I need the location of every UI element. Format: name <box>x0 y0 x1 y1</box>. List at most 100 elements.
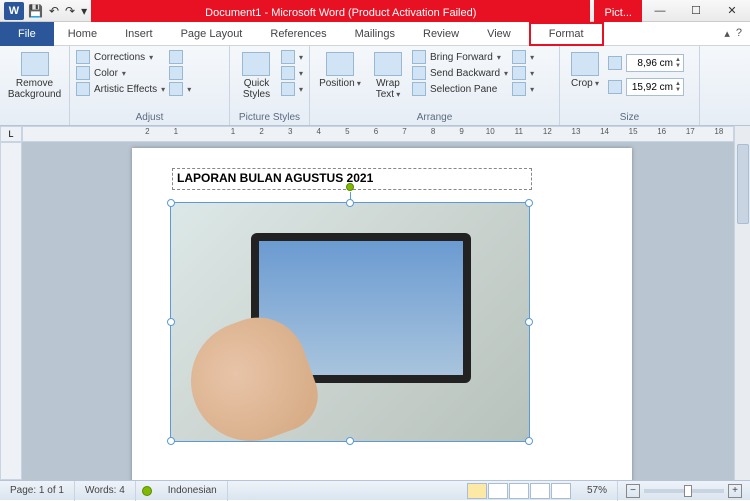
zoom-knob[interactable] <box>684 485 692 497</box>
status-language[interactable]: Indonesian <box>158 481 228 501</box>
group-label-picstyles: Picture Styles <box>236 111 303 125</box>
align-button[interactable]: ▾ <box>512 50 534 64</box>
resize-handle-n[interactable] <box>346 199 354 207</box>
help-icon[interactable]: ? <box>736 27 742 40</box>
view-print-layout[interactable] <box>467 483 487 499</box>
sel-pane-icon <box>412 82 426 96</box>
pic-layout-button[interactable]: ▾ <box>281 82 303 96</box>
position-button[interactable]: Position ▾ <box>316 48 364 89</box>
resize-handle-s[interactable] <box>346 437 354 445</box>
color-button[interactable]: Color▾ <box>76 66 165 80</box>
layout-icon <box>281 82 295 96</box>
selection-pane-button[interactable]: Selection Pane <box>412 82 508 96</box>
bring-fwd-icon <box>412 50 426 64</box>
change-pic-button[interactable] <box>169 66 191 80</box>
crop-button[interactable]: Crop ▾ <box>566 48 604 89</box>
tab-file[interactable]: File <box>0 22 54 46</box>
window-title: Document1 - Microsoft Word (Product Acti… <box>91 0 590 22</box>
proofing-icon[interactable] <box>142 486 152 496</box>
remove-background-button[interactable]: Remove Background <box>6 48 63 100</box>
group-label-adjust: Adjust <box>76 111 223 125</box>
bring-forward-button[interactable]: Bring Forward▾ <box>412 50 508 64</box>
zoom-in-button[interactable]: + <box>728 484 742 498</box>
height-icon <box>608 56 622 70</box>
qat-dropdown-icon[interactable]: ▾ <box>81 4 87 18</box>
zoom-percent[interactable]: 57% <box>577 481 618 501</box>
resize-handle-nw[interactable] <box>167 199 175 207</box>
page[interactable]: LAPORAN BULAN AGUSTUS 2021 <box>132 148 632 480</box>
rotate-handle[interactable] <box>346 183 354 191</box>
quick-styles-icon <box>242 52 270 76</box>
wrap-text-button[interactable]: Wrap Text ▾ <box>368 48 408 100</box>
selected-image[interactable] <box>170 202 530 442</box>
contextual-tab-picture[interactable]: Pict... <box>594 0 642 22</box>
vertical-scrollbar[interactable] <box>734 126 750 480</box>
group-background: Remove Background <box>0 46 70 125</box>
compress-button[interactable] <box>169 50 191 64</box>
tab-references[interactable]: References <box>256 22 340 46</box>
horizontal-ruler[interactable]: 21123456789101112131415161718 <box>22 126 734 142</box>
crop-icon <box>571 52 599 76</box>
view-outline[interactable] <box>530 483 550 499</box>
save-icon[interactable]: 💾 <box>28 4 43 18</box>
artistic-effects-button[interactable]: Artistic Effects▾ <box>76 82 165 96</box>
tab-mailings[interactable]: Mailings <box>341 22 409 46</box>
corrections-button[interactable]: Corrections▾ <box>76 50 165 64</box>
zoom-track[interactable] <box>644 489 724 493</box>
status-page[interactable]: Page: 1 of 1 <box>0 481 75 501</box>
ruler-corner[interactable]: L <box>0 126 22 142</box>
tab-review[interactable]: Review <box>409 22 473 46</box>
group-objects-button[interactable]: ▾ <box>512 66 534 80</box>
view-web-layout[interactable] <box>509 483 529 499</box>
title-bar: W 💾 ↶ ↷ ▾ Document1 - Microsoft Word (Pr… <box>0 0 750 22</box>
group-label-size: Size <box>566 111 693 125</box>
word-app-icon[interactable]: W <box>4 2 24 20</box>
width-spinner[interactable]: ▲▼ <box>626 78 684 96</box>
rotate-icon <box>512 82 526 96</box>
group-label-arrange: Arrange <box>316 111 553 125</box>
quick-styles-button[interactable]: Quick Styles <box>236 48 277 100</box>
resize-handle-se[interactable] <box>525 437 533 445</box>
zoom-out-button[interactable]: − <box>626 484 640 498</box>
resize-handle-sw[interactable] <box>167 437 175 445</box>
send-backward-button[interactable]: Send Backward▾ <box>412 66 508 80</box>
close-button[interactable]: ✕ <box>714 0 750 22</box>
resize-handle-e[interactable] <box>525 318 533 326</box>
group-icon <box>512 66 526 80</box>
tab-insert[interactable]: Insert <box>111 22 167 46</box>
height-input[interactable] <box>629 58 673 69</box>
status-words[interactable]: Words: 4 <box>75 481 136 501</box>
reset-pic-icon <box>169 82 183 96</box>
minimize-button[interactable]: — <box>642 0 678 22</box>
textbox-text: LAPORAN BULAN AGUSTUS 2021 <box>177 171 373 185</box>
tab-home[interactable]: Home <box>54 22 111 46</box>
resize-handle-ne[interactable] <box>525 199 533 207</box>
width-input[interactable] <box>629 82 673 93</box>
height-spinner[interactable]: ▲▼ <box>626 54 684 72</box>
quick-access-toolbar: 💾 ↶ ↷ ▾ <box>28 4 87 18</box>
group-size: Crop ▾ ▲▼ ▲▼ Size <box>560 46 700 125</box>
pic-effects-button[interactable]: ▾ <box>281 66 303 80</box>
group-picture-styles: Quick Styles ▾ ▾ ▾ Picture Styles <box>230 46 310 125</box>
view-full-screen[interactable] <box>488 483 508 499</box>
tab-view[interactable]: View <box>473 22 525 46</box>
view-draft[interactable] <box>551 483 571 499</box>
scroll-thumb[interactable] <box>737 144 749 224</box>
resize-handle-w[interactable] <box>167 318 175 326</box>
color-icon <box>76 66 90 80</box>
maximize-button[interactable]: ☐ <box>678 0 714 22</box>
tab-page-layout[interactable]: Page Layout <box>167 22 257 46</box>
undo-icon[interactable]: ↶ <box>49 4 59 18</box>
effects-icon <box>281 66 295 80</box>
pic-border-button[interactable]: ▾ <box>281 50 303 64</box>
redo-icon[interactable]: ↷ <box>65 4 75 18</box>
rotate-button[interactable]: ▾ <box>512 82 534 96</box>
border-icon <box>281 50 295 64</box>
collapse-ribbon-icon[interactable]: ▴ <box>724 27 730 40</box>
tab-format[interactable]: Format <box>529 22 604 46</box>
vertical-ruler[interactable] <box>0 142 22 480</box>
reset-pic-button[interactable]: ▾ <box>169 82 191 96</box>
document-canvas[interactable]: LAPORAN BULAN AGUSTUS 2021 <box>22 142 734 480</box>
group-arrange: Position ▾ Wrap Text ▾ Bring Forward▾ Se… <box>310 46 560 125</box>
ribbon: Remove Background Corrections▾ Color▾ Ar… <box>0 46 750 126</box>
